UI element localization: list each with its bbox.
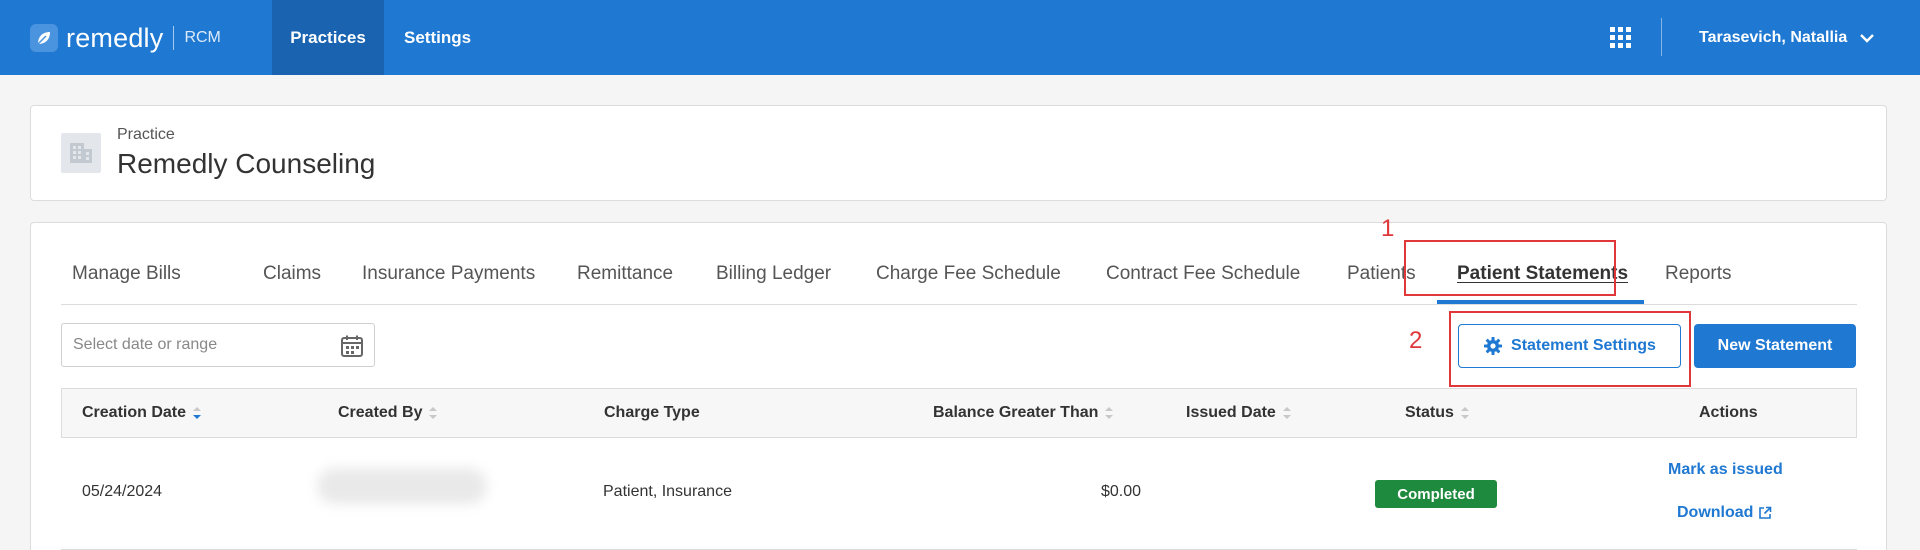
top-nav-bar: remedly RCM Practices Settings Tarasevic… <box>0 0 1920 75</box>
header-charge-type-label: Charge Type <box>604 404 700 421</box>
sort-icon <box>1104 406 1114 420</box>
brand-name: remedly <box>66 22 164 53</box>
table-row: 05/24/2024 Patient, Insurance $0.00 Comp… <box>61 438 1857 550</box>
sort-icon <box>1460 406 1470 420</box>
header-actions-label: Actions <box>1699 404 1758 421</box>
building-icon <box>61 133 101 173</box>
nav-practices[interactable]: Practices <box>272 0 384 75</box>
user-menu[interactable]: Tarasevich, Natallia <box>1699 0 1875 75</box>
cell-charge-type: Patient, Insurance <box>603 483 732 500</box>
tab-reports[interactable]: Reports <box>1665 263 1732 285</box>
billing-content-card: Manage Bills Claims Insurance Payments R… <box>30 215 1887 550</box>
header-actions: Actions <box>1699 404 1758 422</box>
apps-grid-icon[interactable] <box>1610 27 1631 48</box>
tab-claims[interactable]: Claims <box>263 263 321 285</box>
chevron-down-icon <box>1860 33 1875 43</box>
status-badge: Completed <box>1375 480 1497 508</box>
header-status[interactable]: Status <box>1405 404 1470 422</box>
statements-table: Creation Date Created By Charge Type Bal… <box>61 388 1857 550</box>
leaf-icon <box>30 24 58 52</box>
annotation-box-1 <box>1404 240 1616 296</box>
header-charge-type: Charge Type <box>604 404 700 422</box>
active-tab-indicator <box>1437 300 1644 304</box>
cell-creation-date: 05/24/2024 <box>82 483 163 500</box>
tab-insurance-payments[interactable]: Insurance Payments <box>362 263 535 285</box>
tab-charge-fee-schedule[interactable]: Charge Fee Schedule <box>876 263 1061 285</box>
table-header: Creation Date Created By Charge Type Bal… <box>61 388 1857 438</box>
statement-settings-button[interactable]: Statement Settings <box>1458 324 1681 368</box>
download-link[interactable]: Download <box>1677 504 1772 522</box>
calendar-icon[interactable] <box>340 334 364 358</box>
header-divider <box>1661 18 1662 56</box>
brand-logo[interactable]: remedly RCM <box>30 20 221 56</box>
external-link-icon <box>1759 506 1772 519</box>
header-creation-date-label: Creation Date <box>82 404 187 421</box>
nav-settings[interactable]: Settings <box>384 0 491 75</box>
download-label: Download <box>1677 504 1754 521</box>
practice-header-card: Practice Remedly Counseling <box>30 105 1887 201</box>
date-range-placeholder: Select date or range <box>73 336 218 353</box>
annotation-number-2: 2 <box>1409 327 1423 354</box>
annotation-number-1: 1 <box>1381 215 1395 242</box>
redacted-created-by <box>317 468 487 504</box>
header-creation-date[interactable]: Creation Date <box>82 404 202 422</box>
brand-sub: RCM <box>184 29 221 46</box>
header-issued-date[interactable]: Issued Date <box>1186 404 1292 422</box>
tab-contract-fee-schedule[interactable]: Contract Fee Schedule <box>1106 263 1300 285</box>
sort-icon <box>1282 406 1292 420</box>
tab-manage-bills[interactable]: Manage Bills <box>72 263 181 285</box>
tab-remittance[interactable]: Remittance <box>577 263 673 285</box>
mark-as-issued-link[interactable]: Mark as issued <box>1668 461 1783 479</box>
new-statement-button[interactable]: New Statement <box>1694 324 1856 368</box>
brand-divider <box>173 26 175 50</box>
user-name: Tarasevich, Natallia <box>1699 28 1848 46</box>
sort-desc-icon <box>192 406 202 420</box>
practice-label: Practice <box>117 126 175 143</box>
cell-balance: $0.00 <box>1101 483 1142 500</box>
header-created-by-label: Created By <box>338 404 423 421</box>
sort-icon <box>428 406 438 420</box>
gear-icon <box>1484 337 1503 355</box>
header-balance[interactable]: Balance Greater Than <box>933 404 1114 422</box>
header-balance-label: Balance Greater Than <box>933 404 1099 421</box>
tab-billing-ledger[interactable]: Billing Ledger <box>716 263 831 285</box>
page-title: Remedly Counseling <box>117 148 376 179</box>
header-issued-date-label: Issued Date <box>1186 404 1276 421</box>
header-status-label: Status <box>1405 404 1454 421</box>
statement-settings-label: Statement Settings <box>1511 337 1656 354</box>
date-range-input[interactable]: Select date or range <box>61 323 375 367</box>
header-created-by[interactable]: Created By <box>338 404 438 422</box>
